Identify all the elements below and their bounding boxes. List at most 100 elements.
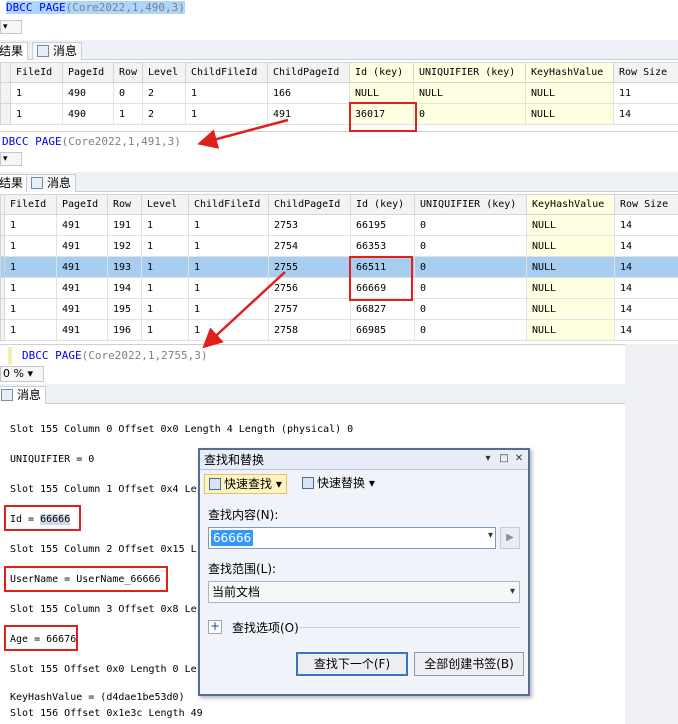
table-cell[interactable]: 2754 xyxy=(268,235,351,257)
table-cell[interactable]: 1 xyxy=(141,319,189,341)
table-cell[interactable]: 14 xyxy=(614,277,678,299)
table-cell[interactable]: 491 xyxy=(56,235,108,257)
zoom-dropdown-1[interactable]: ▾ xyxy=(0,20,22,34)
table-cell[interactable]: 491 xyxy=(56,256,108,278)
table-cell[interactable]: 194 xyxy=(107,277,142,299)
table-cell[interactable]: 0 xyxy=(414,256,527,278)
column-header[interactable]: FileId xyxy=(10,62,63,83)
table-cell[interactable]: NULL xyxy=(526,256,615,278)
row-number-cell[interactable] xyxy=(0,103,11,125)
zoom-dropdown-3[interactable]: 0 % ▾ xyxy=(0,366,44,382)
find-next-button[interactable]: 查找下一个(F) xyxy=(296,652,408,676)
column-header[interactable]: Row xyxy=(107,194,142,215)
column-header[interactable]: Row Size xyxy=(614,194,678,215)
table-row[interactable]: 1 490 1 2 1 491 36017 0 NULL 14 xyxy=(0,103,678,125)
look-in-select[interactable]: 当前文档 ▾ xyxy=(208,581,520,603)
column-header[interactable]: Id (key) xyxy=(350,194,415,215)
find-go-button[interactable]: ▶ xyxy=(500,527,520,549)
table-cell[interactable]: 2 xyxy=(142,82,186,104)
column-header[interactable]: KeyHashValue xyxy=(526,194,615,215)
bookmark-all-button[interactable]: 全部创建书签(B) xyxy=(414,652,524,676)
table-row[interactable]: 1 491 193 1 1 2755 66511 0 NULL 14 xyxy=(0,256,678,278)
table-cell[interactable]: NULL xyxy=(526,298,615,320)
query-editor-1[interactable]: DBCC PAGE(Core2022,1,490,3) xyxy=(0,0,678,18)
table-cell[interactable]: 1 xyxy=(141,256,189,278)
table-cell[interactable]: NULL xyxy=(525,103,614,125)
table-cell[interactable]: 1 xyxy=(141,235,189,257)
pin-dropdown-icon[interactable]: ▾ xyxy=(482,453,494,465)
column-header[interactable]: PageId xyxy=(56,194,108,215)
table-cell[interactable]: 0 xyxy=(414,214,527,236)
table-cell[interactable]: 14 xyxy=(614,256,678,278)
table-cell[interactable]: NULL xyxy=(413,82,526,104)
quick-replace-button[interactable]: 快速替换 ▾ xyxy=(298,474,379,494)
table-cell[interactable]: 1 xyxy=(185,82,268,104)
table-cell[interactable]: 0 xyxy=(414,298,527,320)
tab-results[interactable]: 结果 xyxy=(0,174,29,192)
expand-options-icon[interactable]: + xyxy=(208,620,222,634)
table-cell[interactable]: 2758 xyxy=(268,319,351,341)
table-cell[interactable]: 0 xyxy=(414,235,527,257)
table-cell[interactable]: NULL xyxy=(349,82,414,104)
tab-results[interactable]: 结果 xyxy=(0,42,29,60)
table-cell[interactable]: 66827 xyxy=(350,298,415,320)
table-cell[interactable]: 1 xyxy=(10,103,63,125)
table-cell[interactable]: 1 xyxy=(141,277,189,299)
table-cell[interactable]: 195 xyxy=(107,298,142,320)
table-cell[interactable]: 14 xyxy=(614,235,678,257)
table-cell[interactable]: 1 xyxy=(141,214,189,236)
table-cell[interactable]: 1 xyxy=(4,256,57,278)
table-cell[interactable]: 0 xyxy=(113,82,143,104)
find-replace-dialog[interactable]: 查找和替换 ▾ □ ✕ 快速查找 ▾ 快速替换 ▾ 查找内容(N): 66666… xyxy=(198,448,530,696)
tab-messages[interactable]: 消息 xyxy=(32,42,83,60)
close-icon[interactable]: ✕ xyxy=(513,453,525,465)
column-header[interactable]: ChildFileId xyxy=(188,194,269,215)
table-cell[interactable]: 490 xyxy=(62,103,114,125)
code-line-query-491[interactable]: DBCC PAGE(Core2022,1,491,3) xyxy=(2,134,181,150)
table-cell[interactable]: 2756 xyxy=(268,277,351,299)
table-cell[interactable]: 2 xyxy=(142,103,186,125)
column-header[interactable]: UNIQUIFIER (key) xyxy=(413,62,526,83)
table-cell[interactable]: 14 xyxy=(614,214,678,236)
query-editor-3[interactable]: DBCC PAGE(Core2022,1,2755,3) xyxy=(0,344,625,366)
column-header[interactable]: Level xyxy=(142,62,186,83)
maximize-icon[interactable]: □ xyxy=(498,453,510,465)
table-cell[interactable]: 193 xyxy=(107,256,142,278)
table-cell[interactable]: 0 xyxy=(414,319,527,341)
find-what-input[interactable]: 66666 ▾ xyxy=(208,527,496,549)
table-cell[interactable]: NULL xyxy=(526,277,615,299)
table-cell[interactable]: 2753 xyxy=(268,214,351,236)
table-cell[interactable]: 1 xyxy=(4,235,57,257)
table-cell[interactable]: 491 xyxy=(56,277,108,299)
chevron-down-icon[interactable]: ▾ xyxy=(488,530,493,541)
table-row[interactable]: 1 491 196 1 1 2758 66985 0 NULL 14 xyxy=(0,319,678,341)
column-header[interactable]: Row xyxy=(113,62,143,83)
table-cell[interactable]: 1 xyxy=(188,298,269,320)
column-header[interactable]: PageId xyxy=(62,62,114,83)
table-cell[interactable]: 1 xyxy=(188,277,269,299)
table-cell[interactable]: 491 xyxy=(56,319,108,341)
table-cell[interactable]: NULL xyxy=(526,235,615,257)
column-header[interactable]: Row Size xyxy=(613,62,678,83)
table-cell[interactable]: 1 xyxy=(188,214,269,236)
row-number-header[interactable] xyxy=(0,62,11,83)
table-row[interactable]: 1 491 194 1 1 2756 66669 0 NULL 14 xyxy=(0,277,678,299)
table-cell[interactable]: 11 xyxy=(613,82,678,104)
quick-find-button[interactable]: 快速查找 ▾ xyxy=(204,474,287,494)
table-cell[interactable]: 196 xyxy=(107,319,142,341)
table-cell[interactable]: 491 xyxy=(56,214,108,236)
table-cell[interactable]: 1 xyxy=(141,298,189,320)
tab-messages[interactable]: 消息 xyxy=(0,386,47,404)
dialog-title-bar[interactable]: 查找和替换 ▾ □ ✕ xyxy=(200,450,528,470)
table-cell[interactable]: 2757 xyxy=(268,298,351,320)
table-cell[interactable]: 2755 xyxy=(268,256,351,278)
table-cell[interactable]: 66353 xyxy=(350,235,415,257)
column-header[interactable]: FileId xyxy=(4,194,57,215)
code-line-query-490[interactable]: DBCC PAGE(Core2022,1,490,3) xyxy=(6,0,185,16)
column-header[interactable]: Id (key) xyxy=(349,62,414,83)
table-cell[interactable]: 1 xyxy=(10,82,63,104)
table-row[interactable]: 1 491 195 1 1 2757 66827 0 NULL 14 xyxy=(0,298,678,320)
table-cell[interactable]: 1 xyxy=(188,319,269,341)
table-cell[interactable]: 1 xyxy=(188,256,269,278)
table-cell[interactable]: 14 xyxy=(614,319,678,341)
